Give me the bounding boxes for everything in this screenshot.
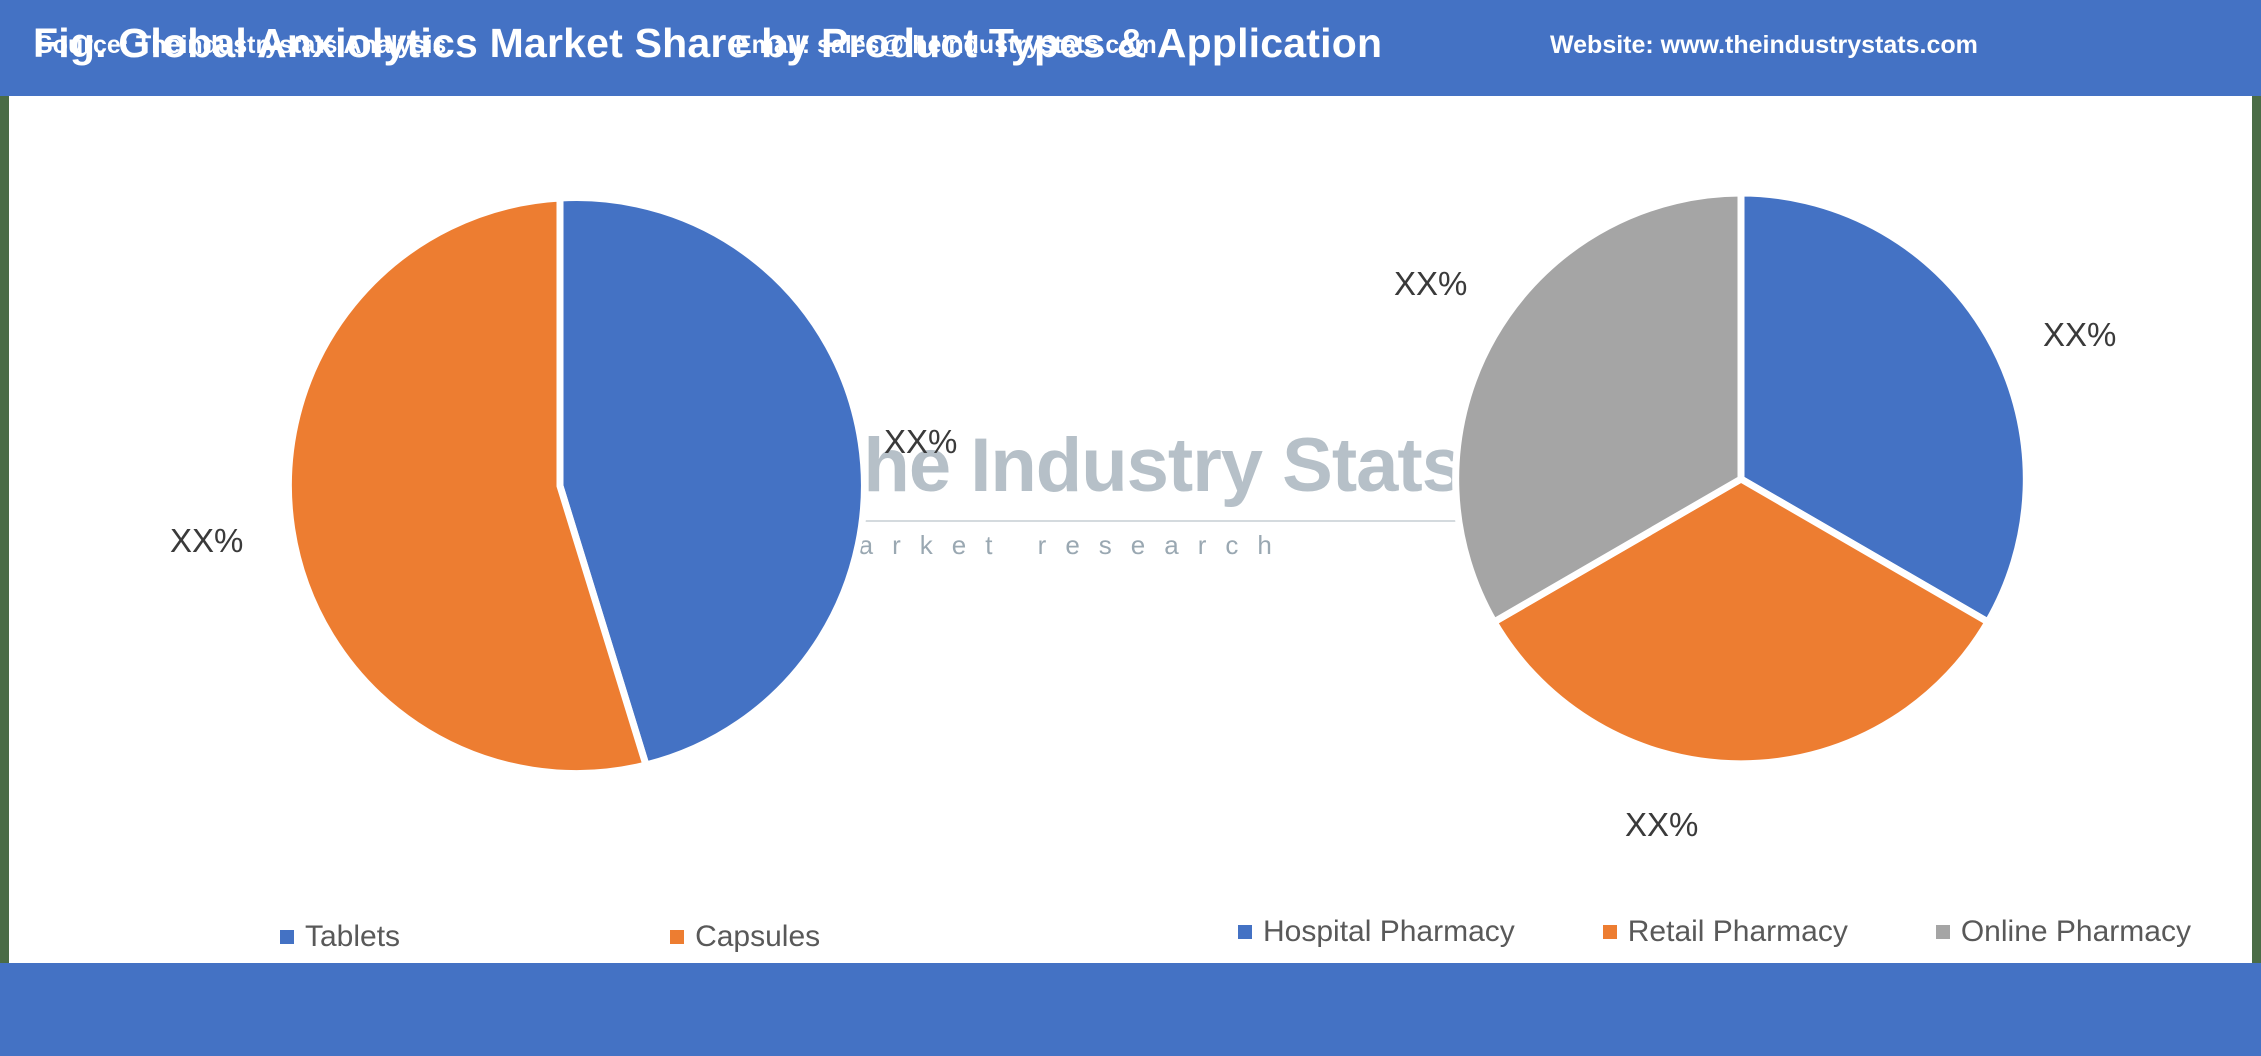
legend-label-tablets: Tablets: [305, 920, 401, 953]
left-accent-bar: [0, 96, 9, 963]
legend-swatch-online-pharmacy: [1935, 925, 1950, 939]
legend-item-hospital-pharmacy[interactable]: Hospital Pharmacy: [1238, 915, 1515, 949]
pie-chart-product-types: [284, 194, 868, 778]
footer-email: Email: sales@theindustrystats.com: [735, 31, 1157, 59]
footer-website: Website: www.theindustrystats.com: [1550, 31, 1978, 59]
legend-label-retail-pharmacy: Retail Pharmacy: [1627, 915, 1848, 948]
legend-label-online-pharmacy: Online Pharmacy: [1960, 915, 2191, 948]
legend-item-retail-pharmacy[interactable]: Retail Pharmacy: [1602, 915, 1848, 949]
pie-label-tablets: XX%: [884, 423, 958, 460]
pie-chart-application: [1452, 189, 2030, 768]
figure-canvas: Fig. Global Anxiolytics Market Share by …: [0, 0, 2261, 1056]
footer-source: Source: Theindustrystats Analysis: [36, 31, 447, 59]
legend-label-hospital-pharmacy: Hospital Pharmacy: [1263, 915, 1515, 948]
pie-label-retail-pharmacy: XX%: [1625, 806, 1699, 843]
legend-swatch-capsules: [670, 930, 685, 944]
pie-label-online-pharmacy: XX%: [1394, 265, 1468, 302]
legend-item-capsules[interactable]: Capsules: [670, 920, 820, 954]
footer-bar: [0, 963, 2261, 1056]
legend-label-capsules: Capsules: [695, 920, 821, 953]
pie-label-capsules: XX%: [170, 522, 244, 559]
legend-swatch-tablets: [280, 930, 294, 944]
legend-item-online-pharmacy[interactable]: Online Pharmacy: [1935, 915, 2191, 949]
legend-application: Hospital Pharmacy Retail Pharmacy Online…: [1238, 915, 2191, 949]
legend-swatch-retail-pharmacy: [1602, 925, 1617, 939]
pie-label-hospital-pharmacy: XX%: [2043, 316, 2117, 353]
legend-product-types: Tablets Capsules: [280, 920, 820, 954]
legend-swatch-hospital-pharmacy: [1238, 925, 1252, 939]
legend-item-tablets[interactable]: Tablets: [280, 920, 400, 954]
right-accent-bar: [2252, 96, 2261, 963]
